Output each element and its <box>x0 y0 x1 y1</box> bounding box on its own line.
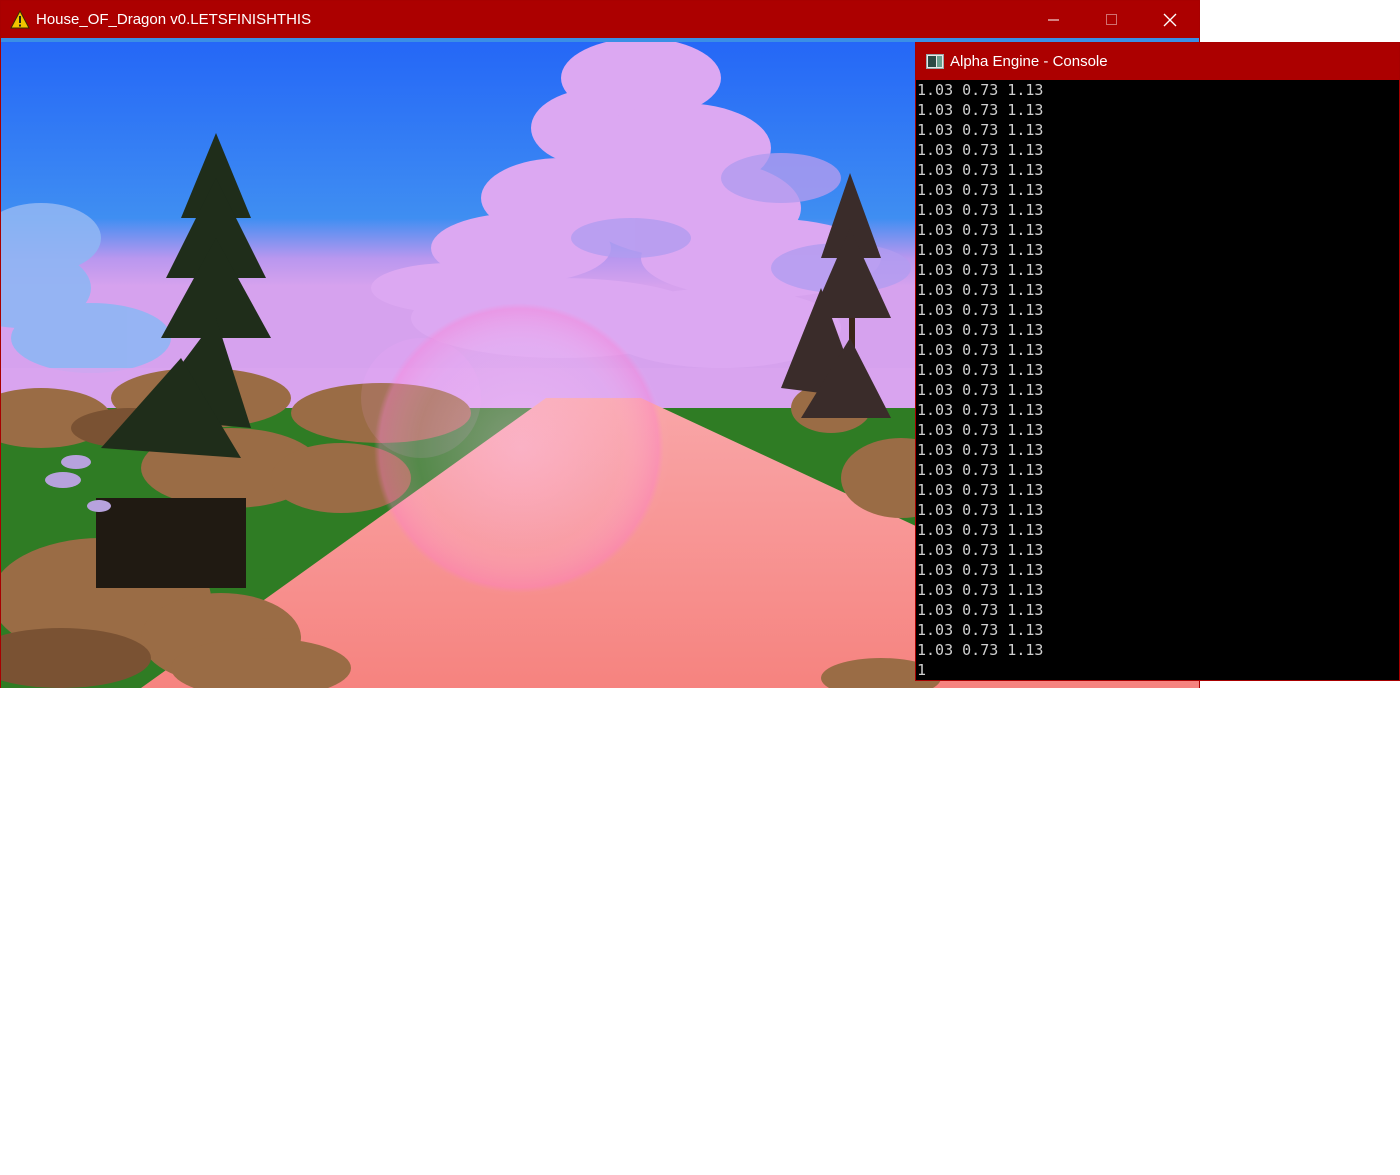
console-line: 1.03 0.73 1.13 <box>917 101 1044 119</box>
console-line: 1.03 0.73 1.13 <box>917 601 1044 619</box>
console-app-icon <box>926 54 944 69</box>
console-line: 1.03 0.73 1.13 <box>917 181 1044 199</box>
close-button[interactable] <box>1141 1 1199 38</box>
console-window: Alpha Engine - Console 1.03 0.73 1.13 1.0… <box>915 42 1400 681</box>
console-line: 1.03 0.73 1.13 <box>917 241 1044 259</box>
console-line: 1.03 0.73 1.13 <box>917 561 1044 579</box>
console-line: 1.03 0.73 1.13 <box>917 201 1044 219</box>
console-line: 1.03 0.73 1.13 <box>917 441 1044 459</box>
console-window-title: Alpha Engine - Console <box>950 53 1108 70</box>
console-line: 1.03 0.73 1.13 <box>917 221 1044 239</box>
console-line: 1.03 0.73 1.13 <box>917 501 1044 519</box>
warning-icon <box>10 9 30 30</box>
console-line: 1.03 0.73 1.13 <box>917 581 1044 599</box>
console-output[interactable]: 1.03 0.73 1.13 1.03 0.73 1.13 1.03 0.73 1.… <box>916 80 1399 680</box>
minimize-button[interactable] <box>1025 1 1083 38</box>
game-window-title: House_OF_Dragon v0.LETSFINISHTHIS <box>36 11 312 28</box>
console-line: 1.03 0.73 1.13 <box>917 161 1044 179</box>
console-line: 1.03 0.73 1.13 <box>917 461 1044 479</box>
console-line: 1.03 0.73 1.13 <box>917 341 1044 359</box>
console-line: 1.03 0.73 1.13 <box>917 481 1044 499</box>
console-line: 1.03 0.73 1.13 <box>917 281 1044 299</box>
console-line: 1.03 0.73 1.13 <box>917 401 1044 419</box>
console-line: 1.03 0.73 1.13 <box>917 381 1044 399</box>
minimize-icon <box>1048 19 1059 21</box>
console-line: 1 <box>917 661 927 679</box>
console-line: 1.03 0.73 1.13 <box>917 81 1044 99</box>
console-line: 1.03 0.73 1.13 <box>917 621 1044 639</box>
maximize-button[interactable] <box>1083 1 1141 38</box>
console-line: 1.03 0.73 1.13 <box>917 421 1044 439</box>
console-line: 1.03 0.73 1.13 <box>917 541 1044 559</box>
console-line: 1.03 0.73 1.13 <box>917 521 1044 539</box>
console-line: 1.03 0.73 1.13 <box>917 321 1044 339</box>
console-line: 1.03 0.73 1.13 <box>917 121 1044 139</box>
console-line: 1.03 0.73 1.13 <box>917 141 1044 159</box>
close-icon <box>1163 13 1177 27</box>
maximize-icon <box>1106 14 1117 25</box>
game-titlebar[interactable]: House_OF_Dragon v0.LETSFINISHTHIS <box>1 1 1199 38</box>
console-line: 1.03 0.73 1.13 <box>917 361 1044 379</box>
console-line: 1.03 0.73 1.13 <box>917 261 1044 279</box>
console-line: 1.03 0.73 1.13 <box>917 641 1044 659</box>
console-titlebar[interactable]: Alpha Engine - Console <box>916 43 1399 80</box>
console-line: 1.03 0.73 1.13 <box>917 301 1044 319</box>
